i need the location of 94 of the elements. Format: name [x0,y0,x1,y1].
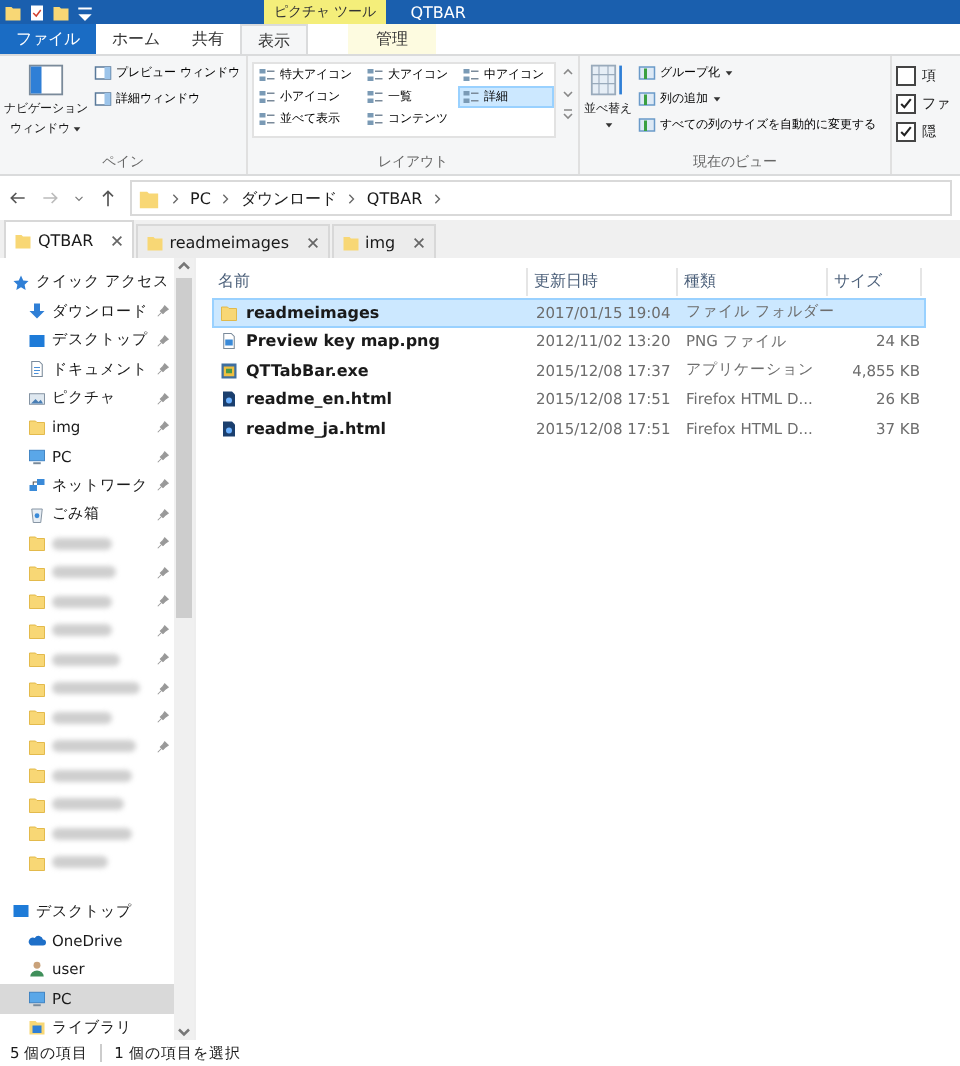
column-header[interactable]: サイズ [828,268,922,296]
chevron-right-icon [220,191,231,205]
view-mode-icon [462,66,480,84]
blurred-label [52,740,136,753]
path-segment[interactable]: PC [190,189,211,207]
folder-icon [138,187,160,209]
blurred-label [52,624,112,637]
scrollbar-thumb[interactable] [176,278,192,618]
file-name: Preview key map.png [246,332,440,351]
close-icon[interactable] [305,235,320,249]
blurred-label [52,682,140,695]
ribbon-tab[interactable]: 表示 [240,24,308,54]
column-header[interactable]: 名前 [212,268,528,296]
folder-icon [145,233,164,251]
close-icon[interactable] [411,235,426,249]
monitor-icon [28,331,46,350]
image-file-icon [220,332,238,351]
html-file-icon [220,390,238,409]
up-arrow-icon[interactable] [98,188,118,208]
path-segment[interactable]: QTBAR [366,189,423,207]
library-icon [28,1018,46,1037]
back-arrow-icon[interactable] [8,188,28,208]
computer-icon [28,447,46,466]
star-icon [12,273,30,292]
blurred-label [52,798,124,811]
dropdown-icon[interactable] [76,3,94,21]
blurred-label [52,827,132,840]
ribbon-tab[interactable]: 管理 [348,24,436,54]
caret-icon[interactable] [72,124,82,134]
column-header[interactable]: 更新日時 [528,268,678,296]
view-mode-icon [258,88,276,106]
file-name: readme_en.html [246,390,393,409]
column-icon [638,116,656,134]
chevron-right-icon [346,191,357,205]
folder-tab[interactable]: img [331,224,436,258]
view-mode-icon [366,110,384,128]
folder-tab[interactable]: QTBAR [4,220,134,258]
folder-icon [220,303,238,322]
view-mode-icon [366,66,384,84]
navigation-pane-icon[interactable] [28,62,64,98]
caret-icon[interactable] [603,120,613,130]
folder-icon [14,231,32,249]
file-name: readme_ja.html [246,419,387,438]
close-icon[interactable] [109,233,124,247]
folder-icon [28,418,46,437]
chevron-right-icon [432,191,443,205]
path-segment[interactable]: ダウンロード [240,187,337,209]
view-mode-icon [258,110,276,128]
checkbox[interactable] [896,122,916,142]
folder-tab[interactable]: readmeimages [135,224,330,258]
chevron-right-icon [170,191,180,205]
blurred-label [52,653,120,666]
computer-icon [28,989,46,1008]
checkbox[interactable] [896,94,916,114]
folder-icon [341,233,360,251]
blurred-label [52,711,112,724]
down-arrow-icon [28,302,46,321]
column-header[interactable]: 種類 [678,268,828,296]
properties-icon[interactable] [28,3,46,21]
ribbon-tab[interactable]: ファイル [0,24,96,54]
blurred-label [52,537,112,550]
file-name: readmeimages [246,303,380,322]
picture-icon [28,389,46,408]
checkbox[interactable] [896,66,916,86]
blurred-label [52,595,112,608]
html-file-icon [220,419,238,438]
address-field[interactable]: PC ダウンロード QTBAR [130,180,952,216]
column-icon [638,90,656,108]
blurred-label [52,566,116,579]
chevron-up-icon[interactable] [174,258,194,274]
cloud-icon [28,931,46,950]
ribbon-tab[interactable]: 共有 [176,24,240,54]
ribbon-tab[interactable]: ホーム [96,24,176,54]
blurred-label [52,769,132,782]
view-mode-icon [462,88,480,106]
sort-icon[interactable] [590,62,626,98]
view-mode-icon [258,66,276,84]
pane-layout-icon [94,90,112,108]
caret-icon[interactable] [712,94,722,104]
column-icon [638,64,656,82]
application-icon [220,361,238,380]
chevron-down-icon[interactable] [174,1024,194,1040]
blurred-label [52,856,108,869]
document-icon [28,360,46,379]
scrollbar[interactable] [174,258,194,1040]
pane-layout-icon [94,64,112,82]
caret-icon[interactable] [724,68,734,78]
view-mode-icon [366,88,384,106]
network-icon [28,476,46,495]
recycle-bin-icon [28,505,46,524]
window-title: QTBAR [410,3,466,21]
person-icon [28,960,46,979]
file-name: QTTabBar.exe [246,361,369,380]
monitor-icon [12,902,30,921]
